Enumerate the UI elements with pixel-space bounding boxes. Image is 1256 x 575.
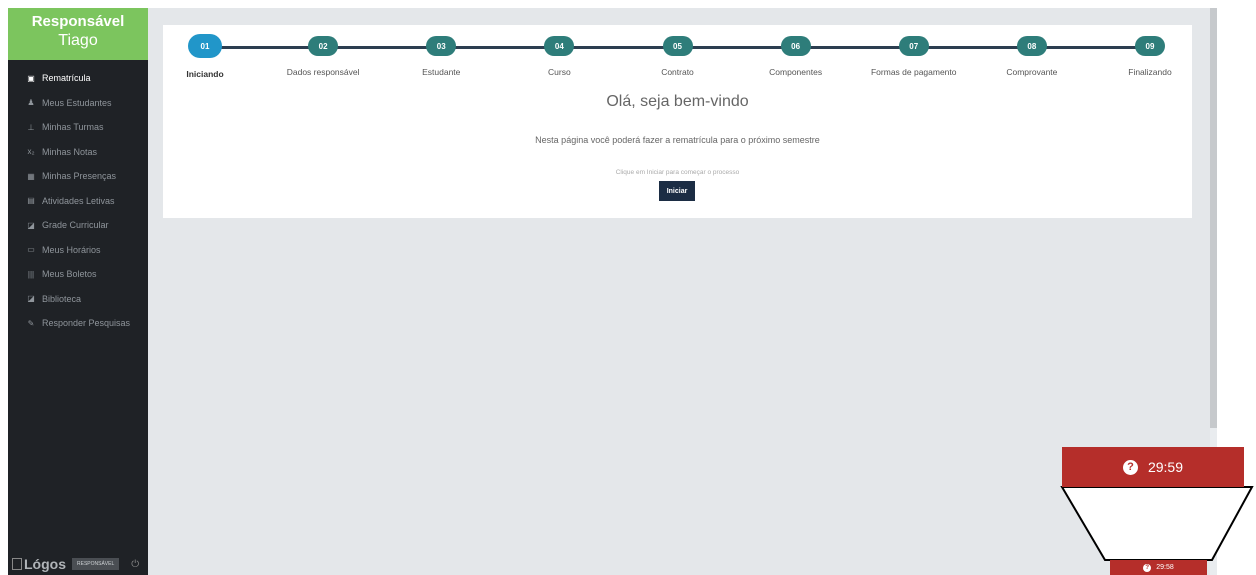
help-icon: ? [1122,459,1138,475]
step-04: 04 Curso [499,36,619,77]
power-icon[interactable]: ⏻ [131,559,139,570]
sidebar-item-label: Grade Curricular [42,220,109,231]
sidebar-item-label: Minhas Turmas [42,122,104,133]
sidebar-footer: Lógos RESPONSÁVEL ⏻ [8,553,148,575]
sidebar-item-biblioteca[interactable]: ◪ Biblioteca [8,287,148,312]
step-label: Comprovante [1006,67,1058,77]
step-label: Formas de pagamento [870,67,957,77]
step-label: Curso [548,67,571,77]
step-06: 06 Componentes [736,36,856,77]
user-name: Tiago [58,32,98,49]
help-icon: ? [1143,563,1152,572]
step-number: 08 [1016,36,1047,56]
sidebar-item-meus-estudantes[interactable]: ♟ Meus Estudantes [8,91,148,116]
scrollbar-thumb[interactable] [1210,8,1217,428]
start-button[interactable]: Iniciar [659,181,695,201]
step-number: 02 [308,36,339,56]
sidebar-item-meus-boletos[interactable]: ||| Meus Boletos [8,262,148,287]
step-08: 08 Comprovante [972,36,1092,77]
step-number: 04 [544,36,575,56]
user-role: Responsável [31,13,125,30]
sidebar-item-atividades-letivas[interactable]: ▤ Atividades Letivas [8,189,148,214]
step-number: 03 [426,36,457,56]
calendar-icon: ▭ [27,245,35,255]
step-number: 01 [188,34,222,58]
step-number: 06 [780,36,811,56]
step-number: 07 [898,36,929,56]
step-05: 05 Contrato [618,36,738,77]
stepper: 01 Iniciando 02 Dados responsável 03 Estudant… [163,23,1192,93]
sidebar-item-label: Responder Pesquisas [42,318,131,329]
sidebar-item-label: Minhas Presenças [42,171,117,182]
rematricula-card: 01 Iniciando 02 Dados responsável 03 Estudant… [163,23,1192,218]
step-09: 09 Finalizando [1090,36,1210,77]
profile-header: Responsável Tiago [8,8,148,60]
logo-text: Lógos [24,556,66,572]
book-icon: ◪ [27,294,35,304]
sidebar-item-label: Minhas Notas [42,146,98,157]
sidebar-item-minhas-notas[interactable]: x₂ Minhas Notas [8,140,148,165]
timer[interactable]: ? 29:58 [1110,560,1207,575]
timer-value: 29:58 [1156,564,1174,571]
table-icon: ▦ [27,171,35,181]
sidebar-item-meus-horarios[interactable]: ▭ Meus Horários [8,238,148,263]
description-text: Nesta página você poderá fazer a rematrí… [535,135,820,145]
step-label: Estudante [422,67,461,77]
sidebar-item-responder-pesquisas[interactable]: ✎ Responder Pesquisas [8,311,148,336]
sidebar-item-label: Meus Estudantes [42,97,112,108]
list-icon: ▤ [27,196,35,206]
file-icon: ▣ [27,73,35,83]
page-scrollbar[interactable] [1210,8,1217,575]
step-03: 03 Estudante [381,36,501,77]
sidebar-item-label: Biblioteca [42,293,82,304]
step-label: Componentes [769,67,823,77]
step-number: 05 [662,36,693,56]
logos-logo: Lógos [12,556,66,572]
sidebar-item-label: Meus Horários [42,244,101,255]
sidebar-item-grade-curricular[interactable]: ◪ Grade Curricular [8,213,148,238]
book-icon: ◪ [27,220,35,230]
sidebar: Responsável Tiago ▣ Rematrícula ♟ Meus Estu… [8,8,148,575]
role-badge: RESPONSÁVEL [72,558,120,570]
step-label: Contrato [661,67,694,77]
step-label: Finalizando [1128,67,1172,77]
sidebar-item-minhas-turmas[interactable]: ⊥ Minhas Turmas [8,115,148,140]
step-number: 09 [1135,36,1165,56]
sidebar-menu: ▣ Rematrícula ♟ Meus Estudantes ⊥ Minhas Turm… [8,66,148,336]
barcode-icon: ||| [27,269,35,279]
hint-text: Clique em Iniciar para começar o process… [615,169,740,176]
subscript-icon: x₂ [27,147,35,157]
sidebar-item-label: Atividades Letivas [42,195,115,206]
sidebar-item-minhas-presencas[interactable]: ▦ Minhas Presenças [8,164,148,189]
step-01: 01 Iniciando [145,34,265,79]
edit-icon: ✎ [27,318,35,328]
step-label: Dados responsável [286,67,360,77]
sidebar-item-label: Rematrícula [42,73,91,84]
pin-icon: ⊥ [27,122,35,132]
step-02: 02 Dados responsável [263,36,383,77]
main-content: 01 Iniciando 02 Dados responsável 03 Estudant… [148,8,1210,575]
sidebar-item-rematricula[interactable]: ▣ Rematrícula [8,66,148,91]
timer-zoomed-value: 29:59 [1147,459,1184,475]
welcome-title: Olá, seja bem-vindo [606,93,749,110]
timer-zoomed[interactable]: ? 29:59 [1062,447,1244,487]
user-icon: ♟ [27,98,35,108]
sidebar-item-label: Meus Boletos [42,269,97,280]
step-label: Iniciando [186,69,224,79]
logo-grid-icon [12,558,22,570]
step-07: 07 Formas de pagamento [854,36,974,77]
